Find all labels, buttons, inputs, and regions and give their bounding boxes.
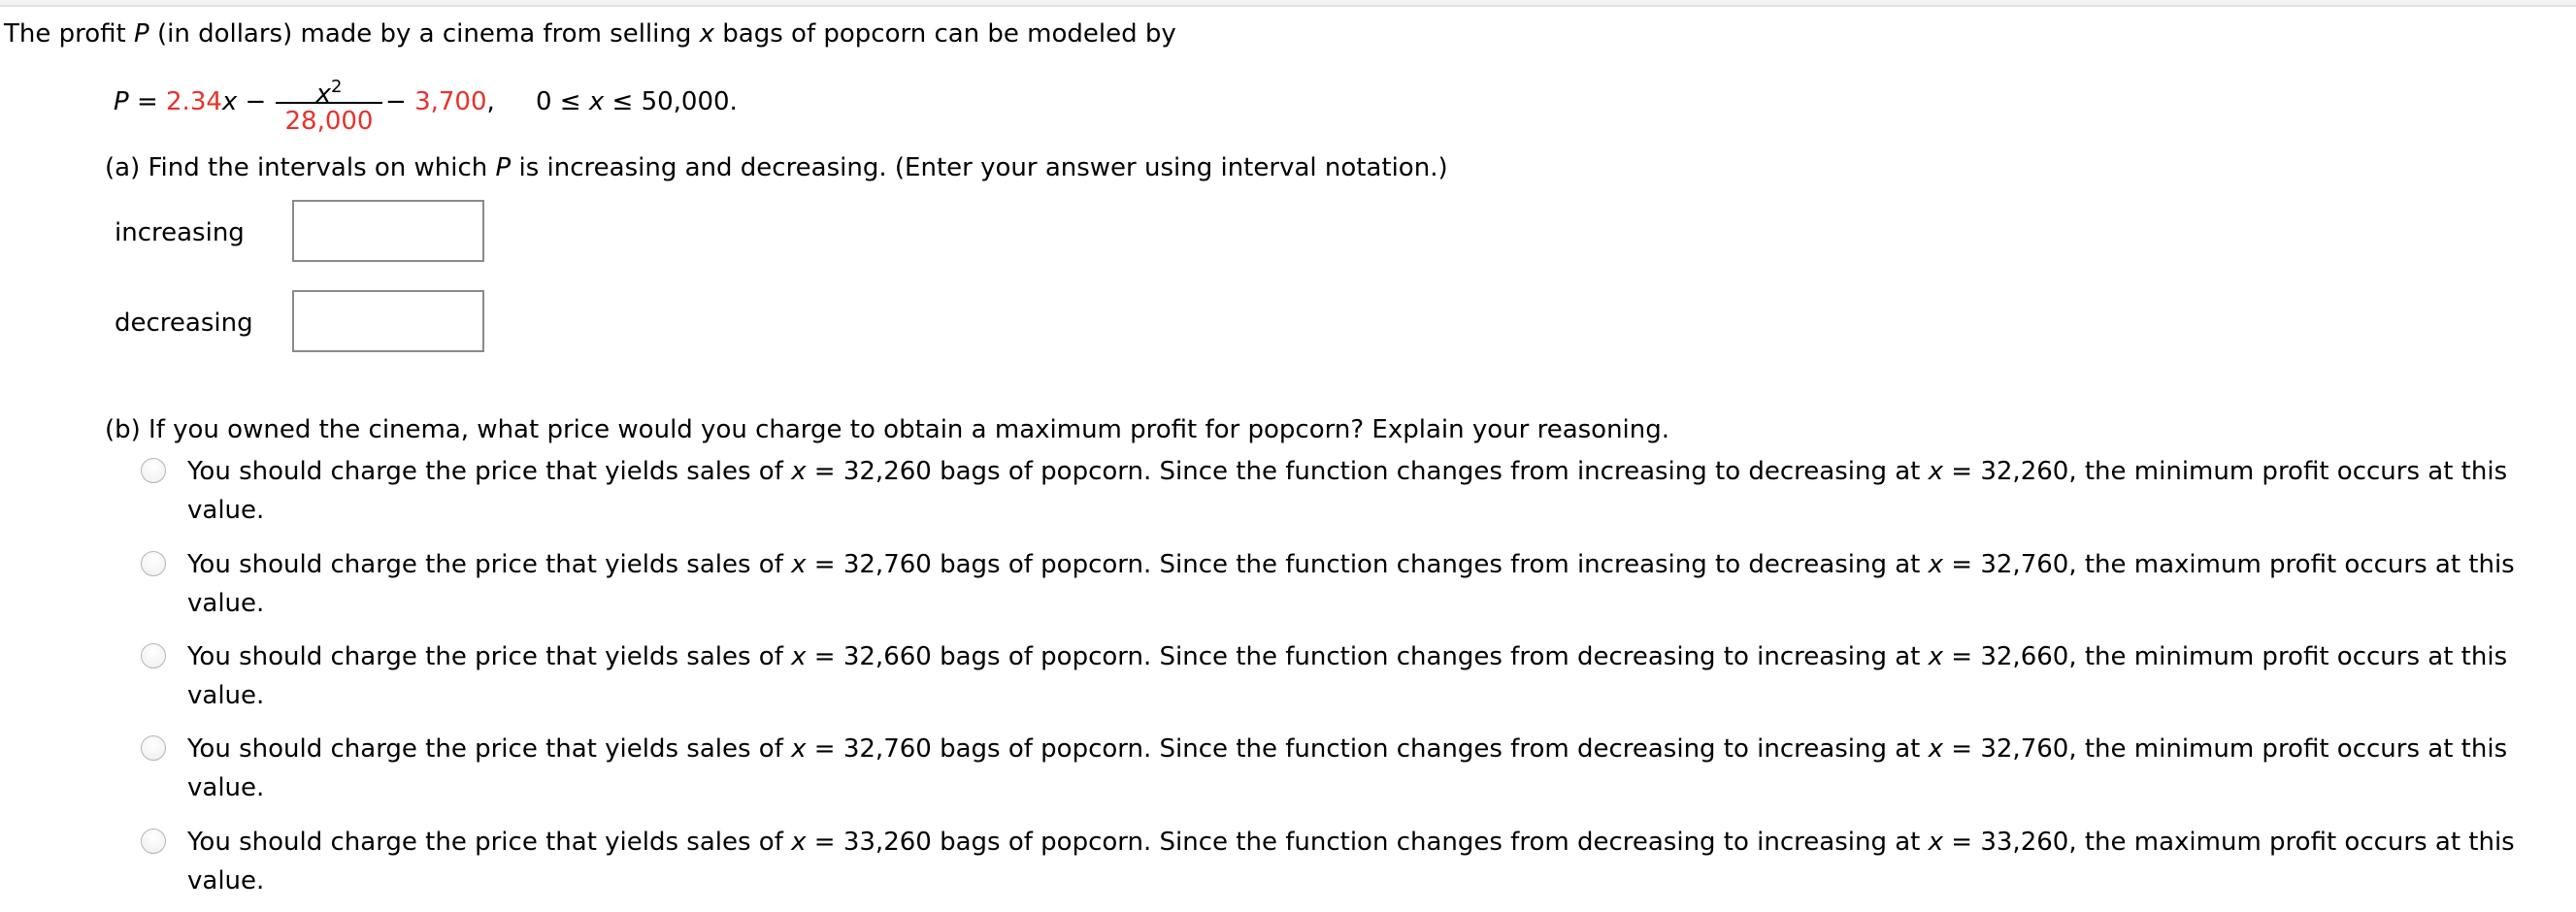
increasing-input[interactable]	[292, 200, 484, 262]
formula-rhs: − 3,700,	[385, 87, 495, 116]
decreasing-input[interactable]	[292, 290, 484, 352]
fraction-denominator: 28,000	[284, 107, 374, 136]
constant: 3,700	[414, 87, 487, 116]
fraction-numerator: x2	[315, 77, 343, 109]
var-P: P	[134, 19, 149, 49]
radio-button[interactable]	[141, 458, 166, 483]
coefficient: 2.34	[166, 87, 222, 116]
decreasing-label: decreasing	[115, 309, 253, 338]
radio-button[interactable]	[141, 643, 166, 668]
formula-lhs: P = 2.34x −	[114, 87, 267, 116]
option-text: You should charge the price that yields …	[187, 828, 2515, 896]
part-a-question: (a) Find the intervals on which P is inc…	[105, 153, 1448, 182]
option-text: You should charge the price that yields …	[187, 457, 2508, 525]
formula-domain: 0 ≤ x ≤ 50,000.	[536, 87, 738, 116]
part-b-question: (b) If you owned the cinema, what price …	[105, 415, 1670, 444]
var-x: x	[699, 19, 715, 49]
option-text: You should charge the price that yields …	[187, 642, 2508, 710]
radio-button[interactable]	[141, 551, 166, 576]
increasing-label: increasing	[115, 218, 245, 247]
problem-intro: The profit P (in dollars) made by a cine…	[4, 19, 1176, 49]
radio-button[interactable]	[141, 735, 166, 761]
option-text: You should charge the price that yields …	[187, 550, 2515, 618]
option-text: You should charge the price that yields …	[187, 734, 2508, 802]
fraction: x2 28,000	[276, 70, 382, 137]
top-border	[0, 0, 2576, 7]
radio-button[interactable]	[141, 829, 166, 854]
